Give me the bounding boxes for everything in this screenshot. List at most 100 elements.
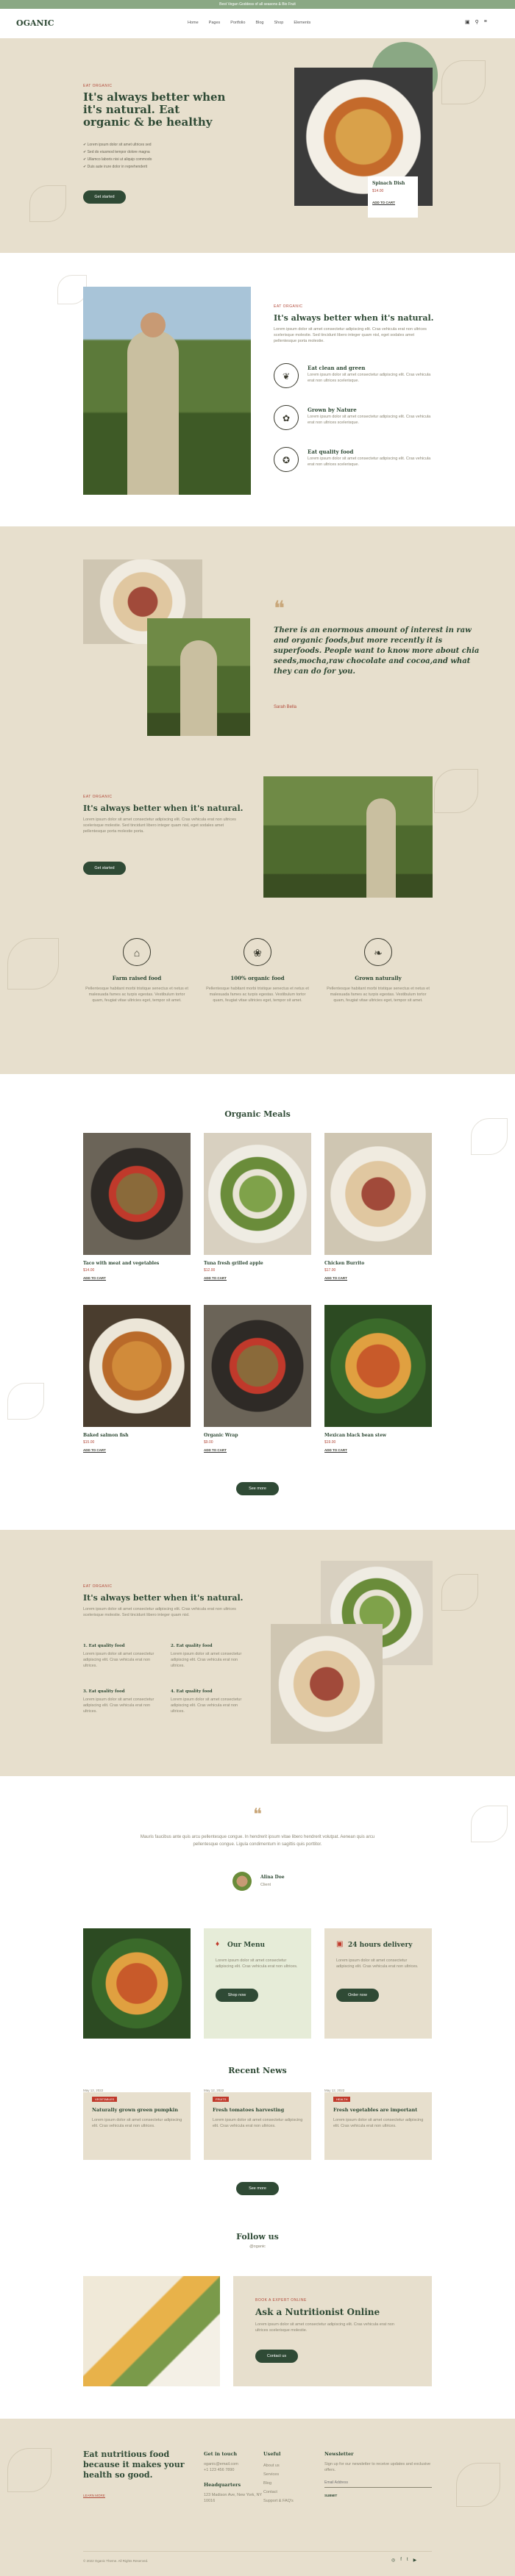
nav-item-elements[interactable]: Elements <box>294 21 310 25</box>
youtube-icon[interactable]: ▶ <box>413 2558 417 2563</box>
product-name: Baked salmon fish <box>83 1433 129 1438</box>
meals-see-more-button[interactable]: See more <box>236 1482 279 1495</box>
badge-title: Farm raised food <box>112 975 162 981</box>
newsletter-submit-button[interactable]: SUBMIT <box>324 2494 432 2497</box>
product-card[interactable]: Tuna fresh grilled apple $12.00 ADD TO C… <box>204 1133 311 1281</box>
list-item: ✔ Lorem ipsum dolor sit amet ultrices se… <box>83 143 152 147</box>
avatar <box>232 1872 252 1891</box>
badge-text: Pellentesque habitant morbi tristique se… <box>206 987 309 1003</box>
product-card[interactable]: Baked salmon fish $15.00 ADD TO CART <box>83 1305 191 1453</box>
about2-title: It's always better when it's natural. <box>83 804 244 813</box>
news-date: May 12, 2022 <box>324 2089 345 2092</box>
product-price: $12.00 <box>204 1268 216 1273</box>
badge-item: ❧ Grown naturally Pellentesque habitant … <box>324 938 432 1003</box>
navbar: OGANIC Home Pages Portfolio Blog Shop El… <box>0 9 515 38</box>
quote1-text: There is an enormous amount of interest … <box>274 626 480 676</box>
menu-icon[interactable]: ≡ <box>484 19 487 25</box>
about1-title: It's always better when it's natural. <box>274 313 434 323</box>
hero-label: EAT ORGANIC <box>83 84 113 88</box>
promo-image <box>83 1928 191 2039</box>
farmer-image <box>83 287 251 495</box>
news-see-more-button[interactable]: See more <box>236 2182 279 2195</box>
add-to-cart-link[interactable]: ADD TO CART <box>83 1276 106 1281</box>
footer-link[interactable]: Support & FAQ's <box>263 2498 322 2504</box>
list-item: ✔ Sed do eiusmod tempor dolore magna <box>83 150 150 154</box>
social-icons: ◎ f t ▶ <box>391 2558 416 2563</box>
news-card[interactable]: May 12, 2022 FRUITS Fresh tomatoes harve… <box>204 2089 311 2160</box>
footer-newsletter: Newsletter Sign up for our newsletter to… <box>324 2451 432 2497</box>
contact-us-button[interactable]: Contact us <box>255 2350 298 2363</box>
product-name: Chicken Burrito <box>324 1261 365 1266</box>
badge-text: Pellentesque habitant morbi tristique se… <box>85 987 188 1003</box>
nav-item-home[interactable]: Home <box>188 21 199 25</box>
product-name: Tuna fresh grilled apple <box>204 1261 263 1266</box>
news-card[interactable]: May 12, 2022 VEGETABLES Naturally grown … <box>83 2089 191 2160</box>
search-icon[interactable]: ⚲ <box>475 19 479 25</box>
testimonial-section: ❝ Mauris faucibus ante quis arcu pellent… <box>0 1776 515 1916</box>
product-image <box>204 1305 311 1427</box>
nav-item-portfolio[interactable]: Portfolio <box>230 21 245 25</box>
delivery-text: Lorem ipsum dolor sit amet consectetur a… <box>336 1958 419 1969</box>
newsletter-email-input[interactable] <box>324 2477 432 2488</box>
news-date: May 12, 2022 <box>204 2089 224 2092</box>
logo[interactable]: OGANIC <box>16 18 54 28</box>
add-to-cart-link[interactable]: ADD TO CART <box>204 1276 227 1281</box>
news-text: Lorem ipsum dolor sit amet consectetur a… <box>92 2118 182 2128</box>
add-to-cart-link[interactable]: ADD TO CART <box>324 1448 347 1453</box>
cart-icon[interactable]: ▣ <box>465 19 470 25</box>
product-card[interactable]: Chicken Burrito $17.00 ADD TO CART <box>324 1133 432 1281</box>
about2-get-started-button[interactable]: Get started <box>83 862 126 875</box>
instagram-icon[interactable]: ◎ <box>391 2558 395 2563</box>
about3-title: It's always better when it's natural. <box>83 1593 244 1603</box>
carrot-icon: ♦ <box>216 1940 220 1948</box>
news-tag: VEGETABLES <box>92 2097 118 2102</box>
about3-label: EAT ORGANIC <box>83 1584 113 1589</box>
list-item: ✔ Ullamco laboris nisi ut aliquip commod… <box>83 157 152 162</box>
product-card[interactable]: Mexican black bean stew $19.00 ADD TO CA… <box>324 1305 432 1453</box>
product-image <box>204 1133 311 1255</box>
list-item: ✔ Duis aute irure dolor in reprehenderit <box>83 165 148 169</box>
hero-get-started-button[interactable]: Get started <box>83 190 126 204</box>
news-post-title: Fresh vegetables are important <box>333 2107 418 2113</box>
hero-title: It's always better when it's natural. Ea… <box>83 90 226 129</box>
add-to-cart-link[interactable]: ADD TO CART <box>83 1448 106 1453</box>
menu-text: Lorem ipsum dolor sit amet consectetur a… <box>216 1958 298 1969</box>
badge-title: 100% organic food <box>230 975 285 981</box>
news-date: May 12, 2022 <box>83 2089 104 2092</box>
product-name: Spinach Dish <box>372 181 405 186</box>
footer-link[interactable]: About us <box>263 2463 322 2469</box>
footer-link[interactable]: Blog <box>263 2480 322 2486</box>
footer-learn-more-link[interactable]: LEARN MORE <box>83 2494 105 2498</box>
badge-item: ❀ 100% organic food Pellentesque habitan… <box>204 938 311 1003</box>
news-title: Recent News <box>228 2066 287 2075</box>
nav-item-pages[interactable]: Pages <box>209 21 221 25</box>
about2-image <box>263 776 433 898</box>
product-card[interactable]: Organic Wrap $9.00 ADD TO CART <box>204 1305 311 1453</box>
collage-image-2 <box>147 618 250 736</box>
footer-link[interactable]: Services <box>263 2472 322 2477</box>
hero-product-card[interactable]: Spinach Dish $14.00 ADD TO CART <box>368 176 418 218</box>
news-card[interactable]: May 12, 2022 HEALTH Fresh vegetables are… <box>324 2089 432 2160</box>
add-to-cart-link[interactable]: ADD TO CART <box>204 1448 227 1453</box>
add-to-cart-link[interactable]: ADD TO CART <box>324 1276 347 1281</box>
news-text: Lorem ipsum dolor sit amet consectetur a… <box>213 2118 303 2128</box>
footer-link[interactable]: Contact <box>263 2489 322 2495</box>
follow-handle[interactable]: @oganic <box>0 2244 515 2250</box>
twitter-icon[interactable]: t <box>407 2558 408 2563</box>
product-card[interactable]: Taco with meat and vegetables $14.00 ADD… <box>83 1133 191 1281</box>
about-section-1: EAT ORGANIC It's always better when it's… <box>0 253 515 526</box>
product-price: $19.00 <box>324 1440 336 1445</box>
news-tag: FRUITS <box>213 2097 230 2102</box>
footer-links: Useful About us Services Blog Contact Su… <box>263 2451 322 2504</box>
about2-text: Lorem ipsum dolor sit amet consectetur a… <box>83 817 236 834</box>
product-price: $14.00 <box>83 1268 95 1273</box>
shop-now-button[interactable]: Shop now <box>216 1989 258 2002</box>
badge-item: ⌂ Farm raised food Pellentesque habitant… <box>83 938 191 1003</box>
order-now-button[interactable]: Order now <box>336 1989 379 2002</box>
add-to-cart-link[interactable]: ADD TO CART <box>372 201 395 205</box>
meals-section: Organic Meals Taco with meat and vegetab… <box>0 1074 515 1530</box>
facebook-icon[interactable]: f <box>400 2558 402 2563</box>
follow-section: Follow us @oganic <box>0 2217 515 2276</box>
nav-item-blog[interactable]: Blog <box>255 21 263 25</box>
nav-item-shop[interactable]: Shop <box>274 21 283 25</box>
